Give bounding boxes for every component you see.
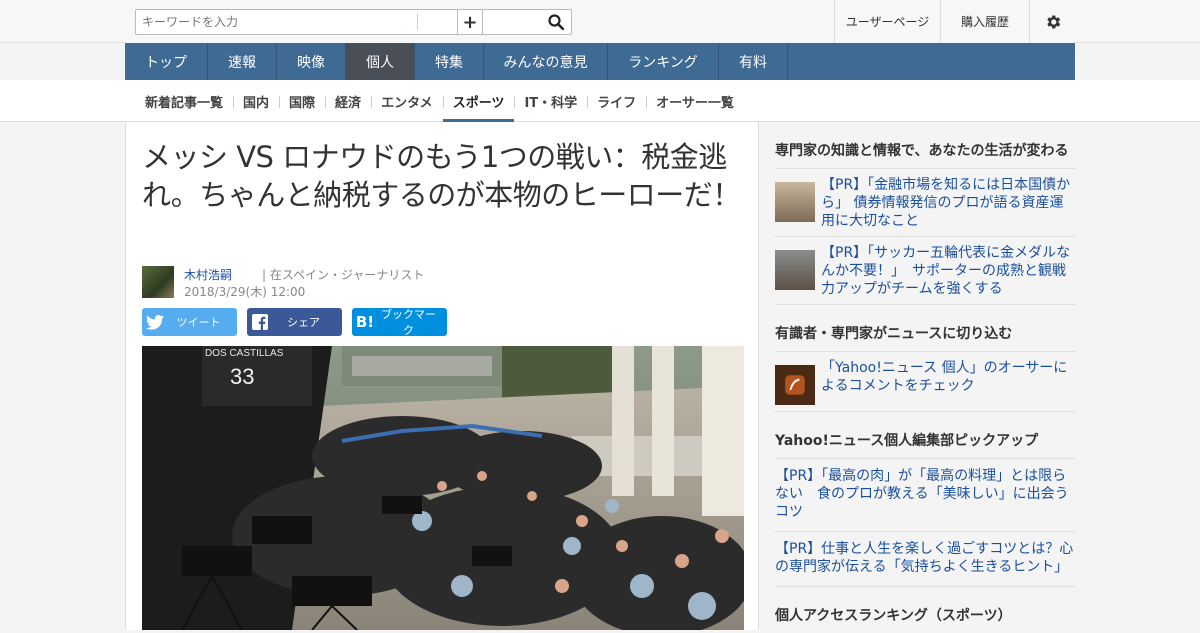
subnav-item-entertainment[interactable]: エンタメ <box>371 80 443 122</box>
subnav-item-sports[interactable]: スポーツ <box>442 80 515 122</box>
sidebar-link[interactable]: 「Yahoo!ニュース 個人」のオーサーによるコメントをチェック <box>821 359 1075 405</box>
author-name[interactable]: 木村浩嗣 <box>184 266 232 283</box>
photo-number: 33 <box>230 364 254 389</box>
press-crowd-image: DOS CASTILLAS 33 <box>142 346 744 630</box>
nav-item-opinions[interactable]: みんなの意見 <box>484 43 608 80</box>
sidebar-comment-item[interactable]: 「Yahoo!ニュース 個人」のオーサーによるコメントをチェック <box>775 352 1075 412</box>
sidebar-link[interactable]: 【PR】仕事と人生を楽しく過ごすコツとは？心の専門家が伝える「気持ちよく生きるヒ… <box>775 540 1075 576</box>
facebook-share-button[interactable]: シェア <box>247 308 342 336</box>
settings-button[interactable] <box>1029 0 1075 43</box>
sidebar-heading-pickup: Yahoo!ニュース個人編集部ピックアップ <box>775 412 1075 459</box>
search-button[interactable] <box>541 10 571 34</box>
subnav-item-domestic[interactable]: 国内 <box>233 80 279 122</box>
twitter-icon <box>142 314 168 330</box>
nav-item-breaking[interactable]: 速報 <box>208 43 277 80</box>
subnav-item-authors[interactable]: オーサー一覧 <box>646 80 744 122</box>
article-photo[interactable]: DOS CASTILLAS 33 <box>142 346 744 630</box>
subnav-item-life[interactable]: ライフ <box>587 80 646 122</box>
article: メッシ VS ロナウドのもう1つの戦い：税金逃れ。ちゃんと納税するのが本物のヒー… <box>125 122 759 630</box>
hatena-bookmark-button[interactable]: B! ブックマーク <box>352 308 447 337</box>
nav-item-paid[interactable]: 有料 <box>719 43 788 80</box>
twitter-share-label: ツイート <box>176 316 221 329</box>
author-avatar[interactable] <box>142 266 174 298</box>
article-title: メッシ VS ロナウドのもう1つの戦い：税金逃れ。ちゃんと納税するのが本物のヒー… <box>142 140 741 212</box>
sidebar-heading-commentators: 有識者・専門家がニュースに切り込む <box>775 305 1075 352</box>
nav-item-individual[interactable]: 個人 <box>346 43 415 80</box>
author-description: | 在スペイン・ジャーナリスト <box>262 268 425 282</box>
top-links: ユーザーページ 購入履歴 <box>834 0 1075 43</box>
subnav-item-economy[interactable]: 経済 <box>325 80 371 122</box>
facebook-icon <box>247 314 273 330</box>
pr-thumbnail <box>775 182 815 222</box>
sidebar-pickup-item[interactable]: 【PR】仕事と人生を楽しく過ごすコツとは？心の専門家が伝える「気持ちよく生きるヒ… <box>775 532 1075 587</box>
article-date: 2018/3/29(木) 12:00 <box>184 285 306 299</box>
nav-item-features[interactable]: 特集 <box>415 43 484 80</box>
sidebar-pr-item[interactable]: 【PR】「金融市場を知るには日本国債から」 債券情報発信のプロが語る資産運用に大… <box>775 169 1075 237</box>
facebook-share-label: シェア <box>287 316 320 329</box>
sub-nav: 新着記事一覧 国内 国際 経済 エンタメ スポーツ IT・科学 ライフ オーサー… <box>135 80 744 122</box>
sidebar-heading-ranking: 個人アクセスランキング（スポーツ） <box>775 608 1012 624</box>
hatena-bookmark-icon: B! <box>355 313 375 331</box>
user-page-link[interactable]: ユーザーページ <box>834 0 940 43</box>
nav-item-top[interactable]: トップ <box>125 43 208 80</box>
subnav-item-world[interactable]: 国際 <box>279 80 325 122</box>
sidebar: 専門家の知識と情報で、あなたの生活が変わる 【PR】「金融市場を知るには日本国債… <box>775 122 1075 633</box>
gear-icon <box>1046 14 1060 29</box>
sidebar-link[interactable]: 【PR】「金融市場を知るには日本国債から」 債券情報発信のプロが語る資産運用に大… <box>821 176 1075 230</box>
comment-feather-icon <box>775 365 815 405</box>
search-box <box>135 9 572 35</box>
nav-item-video[interactable]: 映像 <box>277 43 346 80</box>
sidebar-heading-experts: 専門家の知識と情報で、あなたの生活が変わる <box>775 122 1075 169</box>
sidebar-pr-item[interactable]: 【PR】「サッカー五輪代表に金メダルなんか不要！」 サポーターの成熟と観戦力アッ… <box>775 237 1075 305</box>
sidebar-link[interactable]: 【PR】「最高の肉」が「最高の料理」とは限らない 食のプロが教える「美味しい」に… <box>775 467 1075 521</box>
twitter-share-button[interactable]: ツイート <box>142 308 237 336</box>
hatena-bookmark-label: ブックマーク <box>381 308 436 337</box>
search-icon <box>548 14 564 30</box>
search-input[interactable] <box>136 10 416 34</box>
top-bar-inner: + ユーザーページ 購入履歴 <box>125 0 1075 43</box>
photo-sign: DOS CASTILLAS <box>205 348 284 359</box>
subnav-item-latest[interactable]: 新着記事一覧 <box>135 80 233 122</box>
purchase-history-link[interactable]: 購入履歴 <box>940 0 1029 43</box>
pr-thumbnail <box>775 250 815 290</box>
top-bar: + ユーザーページ 購入履歴 <box>0 0 1200 43</box>
subnav-item-it-science[interactable]: IT・科学 <box>514 80 587 122</box>
nav-item-ranking[interactable]: ランキング <box>608 43 719 80</box>
search-divider <box>417 14 418 30</box>
main-nav: トップ 速報 映像 個人 特集 みんなの意見 ランキング 有料 <box>125 43 1075 80</box>
add-new-button[interactable]: + <box>457 9 483 35</box>
sidebar-pickup-item[interactable]: 【PR】「最高の肉」が「最高の料理」とは限らない 食のプロが教える「美味しい」に… <box>775 459 1075 532</box>
sidebar-link[interactable]: 【PR】「サッカー五輪代表に金メダルなんか不要！」 サポーターの成熟と観戦力アッ… <box>821 244 1075 298</box>
